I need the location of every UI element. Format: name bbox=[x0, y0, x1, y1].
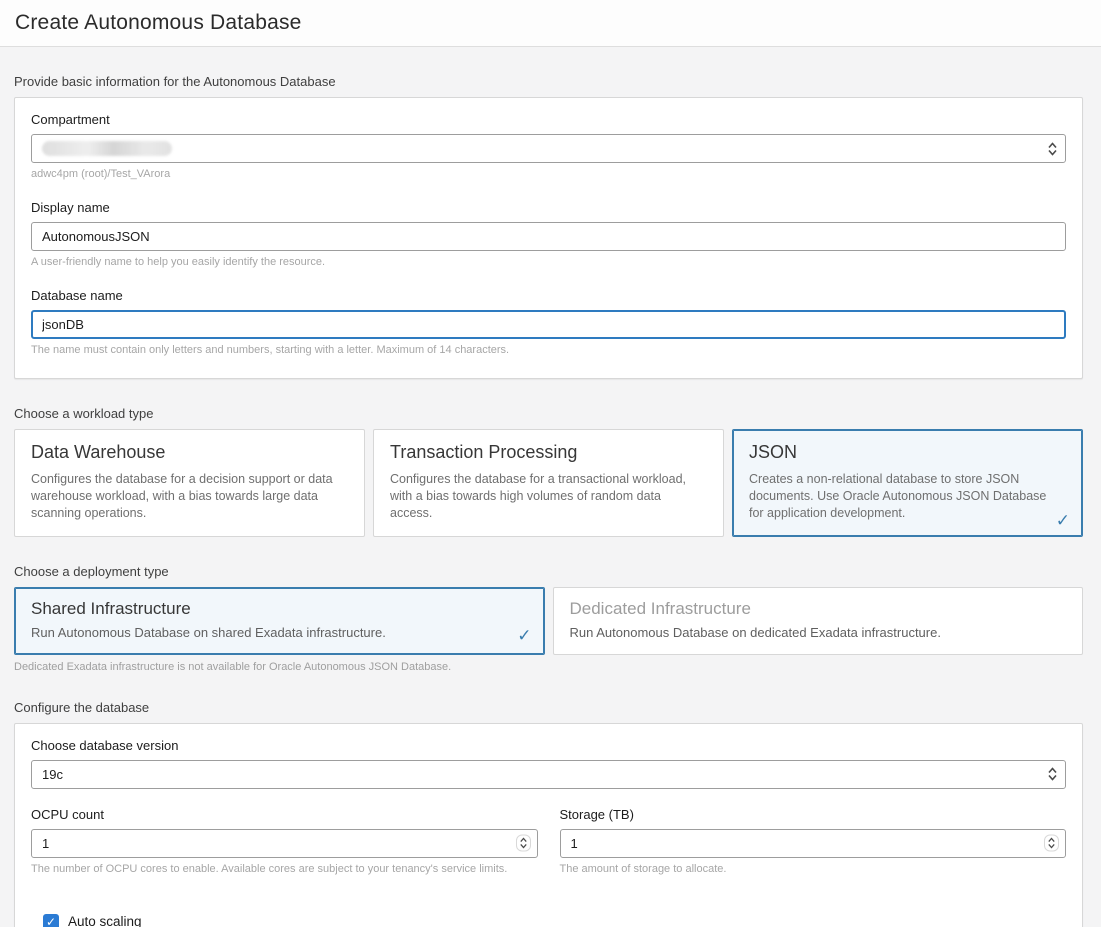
section-label-deployment: Choose a deployment type bbox=[14, 564, 1083, 579]
workload-card-title: Data Warehouse bbox=[31, 442, 348, 463]
deployment-card-dedicated: Dedicated Infrastructure Run Autonomous … bbox=[553, 587, 1084, 655]
form-content: Provide basic information for the Autono… bbox=[0, 74, 1101, 927]
display-name-field: Display name A user-friendly name to hel… bbox=[31, 200, 1066, 268]
compartment-field: Compartment adwc4pm (root)/Test_VArora bbox=[31, 112, 1066, 180]
compartment-value-redacted bbox=[42, 141, 172, 156]
section-label-basic-info: Provide basic information for the Autono… bbox=[14, 74, 1083, 89]
deployment-card-description: Run Autonomous Database on shared Exadat… bbox=[31, 624, 528, 642]
deployment-card-title: Dedicated Infrastructure bbox=[570, 599, 1067, 619]
compartment-helper: adwc4pm (root)/Test_VArora bbox=[31, 168, 1066, 180]
deployment-card-title: Shared Infrastructure bbox=[31, 599, 528, 619]
display-name-helper: A user-friendly name to help you easily … bbox=[31, 256, 1066, 268]
database-name-label: Database name bbox=[31, 288, 1066, 303]
database-version-field: Choose database version 19c bbox=[31, 738, 1066, 789]
deployment-cards: Shared Infrastructure Run Autonomous Dat… bbox=[14, 587, 1083, 655]
ocpu-count-field: OCPU count 1 The number of OCPU cores to… bbox=[31, 807, 538, 875]
chevron-updown-icon bbox=[1048, 768, 1057, 781]
configure-panel: Choose database version 19c OCPU count 1 bbox=[14, 723, 1083, 927]
chevron-updown-icon bbox=[516, 835, 531, 852]
workload-card-transaction-processing[interactable]: Transaction Processing Configures the da… bbox=[373, 429, 724, 537]
basic-info-panel: Compartment adwc4pm (root)/Test_VArora D… bbox=[14, 97, 1083, 379]
auto-scaling-checkbox[interactable]: ✓ bbox=[43, 914, 59, 927]
storage-field: Storage (TB) 1 The amount of storage to … bbox=[560, 807, 1067, 892]
ocpu-count-value: 1 bbox=[42, 836, 49, 851]
workload-card-description: Configures the database for a transactio… bbox=[390, 471, 707, 522]
selected-check-icon: ✓ bbox=[1056, 512, 1070, 529]
ocpu-count-stepper[interactable]: 1 bbox=[31, 829, 538, 858]
auto-scaling-row: ✓ Auto scaling bbox=[43, 914, 1066, 927]
auto-scaling-label: Auto scaling bbox=[68, 914, 142, 927]
workload-card-title: JSON bbox=[749, 442, 1066, 463]
workload-card-json[interactable]: JSON Creates a non-relational database t… bbox=[732, 429, 1083, 537]
deployment-note: Dedicated Exadata infrastructure is not … bbox=[14, 661, 1083, 673]
workload-card-data-warehouse[interactable]: Data Warehouse Configures the database f… bbox=[14, 429, 365, 537]
workload-card-description: Configures the database for a decision s… bbox=[31, 471, 348, 522]
selected-check-icon: ✓ bbox=[517, 627, 531, 644]
database-name-helper: The name must contain only letters and n… bbox=[31, 344, 1066, 356]
create-autonomous-database-page: Create Autonomous Database Provide basic… bbox=[0, 0, 1101, 927]
chevron-updown-icon bbox=[1044, 835, 1059, 852]
chevron-updown-icon bbox=[1048, 142, 1057, 155]
workload-card-title: Transaction Processing bbox=[390, 442, 707, 463]
display-name-label: Display name bbox=[31, 200, 1066, 215]
database-name-field: Database name The name must contain only… bbox=[31, 288, 1066, 356]
section-label-configure: Configure the database bbox=[14, 700, 1083, 715]
ocpu-storage-row: OCPU count 1 The number of OCPU cores to… bbox=[31, 807, 1066, 892]
database-version-value: 19c bbox=[42, 767, 63, 782]
deployment-card-description: Run Autonomous Database on dedicated Exa… bbox=[570, 624, 1067, 642]
storage-label: Storage (TB) bbox=[560, 807, 1067, 822]
workload-cards: Data Warehouse Configures the database f… bbox=[14, 429, 1083, 537]
database-name-input[interactable] bbox=[42, 317, 1038, 332]
compartment-select[interactable] bbox=[31, 134, 1066, 163]
database-name-input-wrap bbox=[31, 310, 1066, 339]
ocpu-count-label: OCPU count bbox=[31, 807, 538, 822]
storage-stepper[interactable]: 1 bbox=[560, 829, 1067, 858]
database-version-label: Choose database version bbox=[31, 738, 1066, 753]
section-label-workload: Choose a workload type bbox=[14, 406, 1083, 421]
storage-value: 1 bbox=[571, 836, 578, 851]
display-name-input[interactable] bbox=[42, 229, 1039, 244]
workload-card-description: Creates a non-relational database to sto… bbox=[749, 471, 1066, 522]
auto-scaling-group: ✓ Auto scaling Allows system to use up t… bbox=[31, 914, 1066, 927]
page-header: Create Autonomous Database bbox=[0, 0, 1101, 47]
ocpu-count-helper: The number of OCPU cores to enable. Avai… bbox=[31, 863, 538, 875]
deployment-card-shared[interactable]: Shared Infrastructure Run Autonomous Dat… bbox=[14, 587, 545, 655]
database-version-select[interactable]: 19c bbox=[31, 760, 1066, 789]
compartment-label: Compartment bbox=[31, 112, 1066, 127]
storage-helper: The amount of storage to allocate. bbox=[560, 863, 1067, 875]
display-name-input-wrap bbox=[31, 222, 1066, 251]
page-title: Create Autonomous Database bbox=[15, 11, 302, 35]
